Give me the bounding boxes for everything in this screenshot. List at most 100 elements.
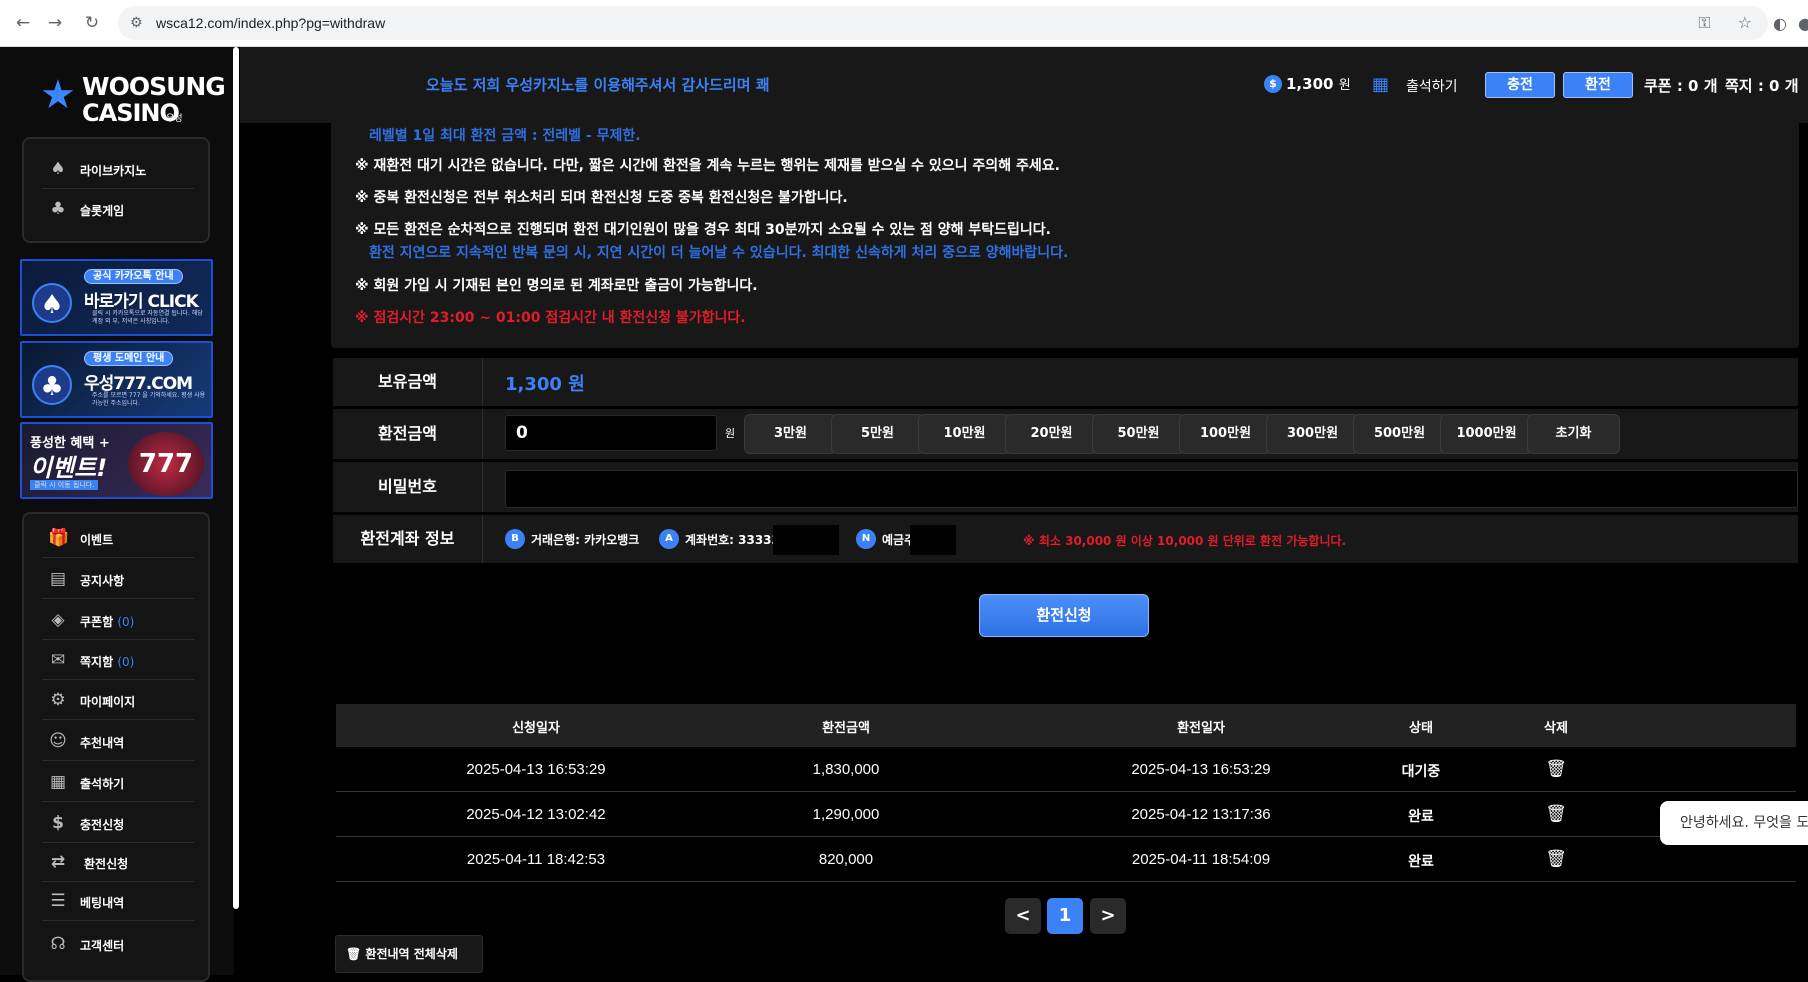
extension-icon[interactable]: ◐ (1773, 14, 1787, 33)
sidebar-item-attendance[interactable]: ▦ 출석하기 (42, 762, 194, 802)
mail-icon: ✉ (50, 650, 66, 670)
main-menu: 🎁 이벤트 ▤ 공지사항 ◈ 쿠폰함 (0) ✉ 쪽지함 (0) ⚙ 마이페이지… (22, 512, 210, 982)
event-banner[interactable]: 풍성한 혜택 + 이벤트! 클릭 시 이동 됩니다. 777 (20, 422, 213, 499)
sidebar-item-slot[interactable]: ♣ 슬롯게임 (42, 189, 194, 229)
quick-amount-5m-button[interactable]: 500만원 (1353, 414, 1446, 454)
site-logo[interactable]: ★ WOOSUNG CASINO 우성 (38, 67, 226, 127)
password-label: 비밀번호 (333, 462, 483, 512)
list-icon: ☰ (50, 891, 66, 911)
password-input[interactable] (505, 470, 1798, 508)
trash-icon[interactable]: 🗑 (1545, 803, 1567, 825)
charge-button[interactable]: 충전 (1485, 72, 1555, 98)
col-status: 상태 (1409, 721, 1433, 736)
withdraw-notice: 레벨별 1일 최대 환전 금액 : 전레벨 - 무제한. ※ 재환전 대기 시간… (331, 123, 1799, 348)
balance-value: 1,300 원 (505, 374, 585, 395)
club-chip-icon: ♣ (32, 365, 72, 405)
chat-bubble[interactable]: 안녕하세요. 무엇을 도 (1660, 801, 1808, 845)
calendar-icon[interactable]: ▦ (1372, 74, 1389, 95)
bookmark-star-icon[interactable]: ☆ (1738, 13, 1752, 32)
sidebar-item-support[interactable]: ☊ 고객센터 (42, 924, 194, 964)
redaction-mark (773, 525, 839, 555)
site-info-icon[interactable]: ⚙ (130, 15, 143, 31)
row-processed-date: 2025-04-13 16:53:29 (1131, 761, 1271, 778)
amount-unit: 원 (725, 427, 736, 440)
notice-line: ※ 모든 환전은 순차적으로 진행되며 환전 대기인원이 많을 경우 최대 30… (355, 222, 1051, 238)
sidebar-item-withdraw[interactable]: ⇄ 환전신청 (42, 842, 194, 882)
banner-pill: 공식 카카오톡 안내 (84, 269, 183, 284)
sidebar-item-label: 쿠폰함 (80, 615, 114, 629)
sidebar-item-label: 공지사항 (80, 574, 125, 588)
banner-caption: 클릭 시 카카오톡으로 자동연결 됩니다. 해당 계정 외 부, 저녁은 사칭입… (92, 310, 203, 325)
key-icon[interactable]: ⚿ (1698, 13, 1710, 32)
ticket-icon: ◈ (51, 610, 65, 630)
amount-input[interactable]: 0 (505, 415, 717, 451)
notice-icon: ▤ (49, 569, 67, 589)
url-text[interactable]: wsca12.com/index.php?pg=withdraw (156, 15, 385, 31)
header-balance-value: 1,300 (1286, 75, 1334, 93)
sidebar-item-label: 마이페이지 (80, 695, 136, 709)
table-header: 신청일자 환전금액 환전일자 상태 삭제 (336, 704, 1796, 747)
sidebar: ★ WOOSUNG CASINO 우성 ♠ 라이브카지노 ♣ 슬롯게임 ♠ 공식… (0, 47, 234, 982)
quick-amount-500k-button[interactable]: 50만원 (1092, 414, 1185, 454)
reload-icon[interactable]: ↻ (81, 12, 103, 34)
sidebar-item-live-casino[interactable]: ♠ 라이브카지노 (42, 149, 194, 189)
logo-text-sub: 우성 (166, 114, 183, 124)
withdraw-page: 레벨별 1일 최대 환전 금액 : 전레벨 - 무제한. ※ 재환전 대기 시간… (240, 123, 1808, 975)
sidebar-item-messages[interactable]: ✉ 쪽지함 (0) (42, 640, 194, 680)
sidebar-item-event[interactable]: 🎁 이벤트 (42, 518, 194, 558)
forward-icon[interactable]: → (44, 12, 66, 34)
quick-amount-200k-button[interactable]: 20만원 (1005, 414, 1098, 454)
bank-name: 거래은행: 카카오뱅크 (531, 533, 640, 547)
sidebar-item-mypage[interactable]: ⚙ 마이페이지 (42, 680, 194, 720)
redaction-mark (910, 525, 956, 555)
account-row: 환전계좌 정보 B 거래은행: 카카오뱅크 A 계좌번호: 33333 N 예금… (333, 515, 1798, 563)
game-menu: ♠ 라이브카지노 ♣ 슬롯게임 (22, 137, 210, 243)
row-processed-date: 2025-04-12 13:17:36 (1131, 806, 1271, 823)
trash-icon[interactable]: 🗑 (1545, 758, 1567, 780)
sidebar-item-label: 충전신청 (80, 818, 125, 832)
header-balance-unit: 원 (1338, 78, 1351, 93)
notice-line: ※ 재환전 대기 시간은 없습니다. 다만, 짧은 시간에 환전을 계속 누르는… (355, 158, 1060, 174)
prev-page-button[interactable]: < (1005, 898, 1041, 934)
delete-all-history-button[interactable]: 🗑 환전내역 전체삭제 (335, 935, 483, 973)
sidebar-item-referral[interactable]: ☺ 추천내역 (42, 721, 194, 761)
col-requested-date: 신청일자 (512, 721, 560, 736)
quick-amount-100k-button[interactable]: 10만원 (918, 414, 1011, 454)
reset-amount-button[interactable]: 초기화 (1527, 414, 1620, 454)
bank-badge-icon: B (505, 529, 525, 549)
address-bar[interactable]: ⚙ wsca12.com/index.php?pg=withdraw ⚿ ☆ (118, 6, 1768, 40)
page-1-button[interactable]: 1 (1047, 898, 1083, 934)
attendance-link[interactable]: 출석하기 (1406, 76, 1458, 96)
quick-amount-1m-button[interactable]: 100만원 (1179, 414, 1272, 454)
domain-banner[interactable]: ♣ 평생 도메인 안내 우성777.COM 주소를 모르면 777 을 기억하세… (20, 341, 213, 418)
kakaotalk-banner[interactable]: ♠ 공식 카카오톡 안내 바로가기 CLICK 클릭 시 카카오톡으로 자동연결… (20, 259, 213, 336)
sidebar-item-coupon[interactable]: ◈ 쿠폰함 (0) (42, 600, 194, 640)
account-badge-icon: A (659, 529, 679, 549)
withdraw-submit-button[interactable]: 환전신청 (979, 594, 1149, 637)
balance-label: 보유금액 (333, 358, 483, 406)
back-icon[interactable]: ← (12, 12, 34, 34)
withdraw-button[interactable]: 환전 (1563, 72, 1633, 98)
profile-icon[interactable]: ● (1798, 14, 1808, 33)
notice-line: ※ 회원 가입 시 기재된 본인 명의로 된 계좌로만 출금이 가능합니다. (355, 278, 758, 294)
coupon-count-link[interactable]: 쿠폰 : 0 개 (1644, 75, 1718, 96)
marquee-announcement: 오늘도 저희 우성카지노를 이용해주셔서 감사드리며 쾌 (426, 76, 770, 94)
quick-amount-30k-button[interactable]: 3만원 (744, 414, 837, 454)
sidebar-scrollbar[interactable] (233, 47, 239, 909)
quick-amount-3m-button[interactable]: 300만원 (1266, 414, 1359, 454)
row-requested-date: 2025-04-11 18:42:53 (466, 851, 606, 868)
message-count-link[interactable]: 쪽지 : 0 개 (1725, 75, 1799, 96)
sidebar-item-label: 추천내역 (80, 736, 125, 750)
star-logo-icon: ★ (40, 72, 76, 118)
sidebar-item-deposit[interactable]: $ 충전신청 (42, 803, 194, 843)
amount-row: 환전금액 0 원 3만원 5만원 10만원 20만원 50만원 100만원 30… (333, 409, 1798, 459)
sidebar-item-label: 출석하기 (80, 777, 125, 791)
quick-amount-50k-button[interactable]: 5만원 (831, 414, 924, 454)
trash-icon[interactable]: 🗑 (1545, 848, 1567, 870)
next-page-button[interactable]: > (1090, 898, 1126, 934)
sidebar-item-betting-history[interactable]: ☰ 베팅내역 (42, 881, 194, 921)
sidebar-item-notice[interactable]: ▤ 공지사항 (42, 559, 194, 599)
row-amount: 1,830,000 (812, 761, 880, 778)
password-row: 비밀번호 (333, 462, 1798, 512)
quick-amount-10m-button[interactable]: 1000만원 (1440, 414, 1533, 454)
